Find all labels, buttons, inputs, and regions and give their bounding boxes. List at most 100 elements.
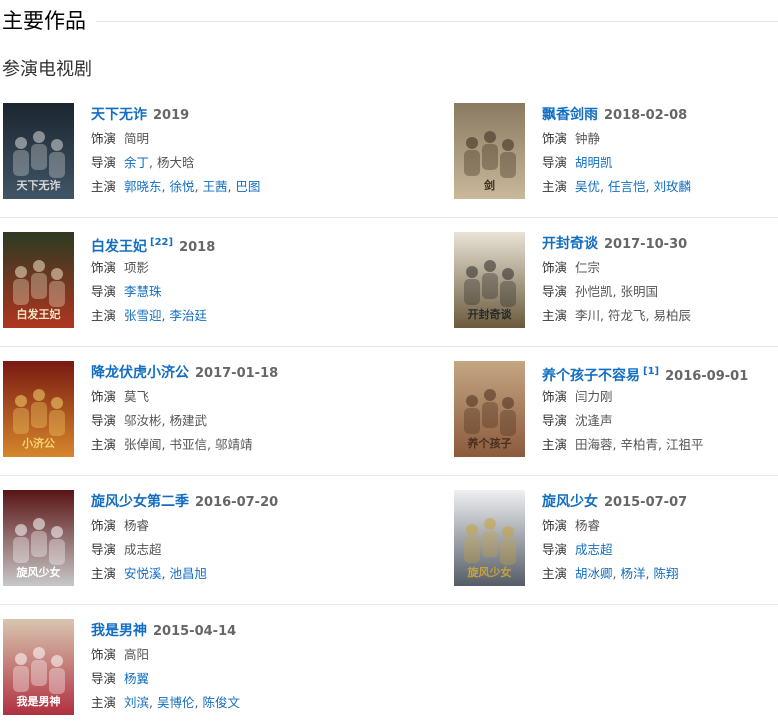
cast-name[interactable]: 徐悦 bbox=[169, 179, 194, 194]
poster-art: 养个孩子 bbox=[454, 361, 525, 457]
section-title: 主要作品 bbox=[2, 9, 86, 33]
work-poster[interactable]: 小济公 bbox=[3, 361, 74, 457]
cast-name[interactable]: 池昌旭 bbox=[169, 566, 207, 581]
work-poster[interactable]: 旋风少女 bbox=[3, 490, 74, 586]
works-row: 旋风少女 旋风少女第二季 2016-07-20 饰演 杨睿 导演 成志超 主演 安悦溪, 池昌旭… bbox=[0, 476, 778, 605]
section-header: 主要作品 bbox=[2, 6, 778, 34]
name-separator: , bbox=[600, 308, 608, 323]
cast-name[interactable]: 刘玫麟 bbox=[653, 179, 691, 194]
cast-name[interactable]: 郭晓东 bbox=[124, 179, 162, 194]
work-title-link[interactable]: 养个孩子不容易 bbox=[542, 368, 640, 384]
cast-name[interactable]: 安悦溪 bbox=[124, 566, 162, 581]
work-year: 2015-04-14 bbox=[153, 624, 237, 639]
work-year: 2017-10-30 bbox=[604, 237, 688, 252]
work-poster[interactable]: 养个孩子 bbox=[454, 361, 525, 457]
role-line: 饰演 莫飞 bbox=[91, 385, 391, 409]
work-card: 旋风少女 旋风少女 2015-07-07 饰演 杨睿 导演 成志超 主演 胡冰卿, 杨洋, 陈翔 bbox=[454, 490, 778, 586]
work-info: 我是男神 2015-04-14 饰演 高阳 导演 杨翼 主演 刘滨, 吴博伦, 陈俊文 bbox=[91, 619, 391, 715]
cast-line: 主演 张倬闻, 书亚信, 邬靖靖 bbox=[91, 433, 391, 457]
work-poster[interactable]: 白发王妃 bbox=[3, 232, 74, 328]
work-year: 2017-01-18 bbox=[195, 366, 279, 381]
role-line: 饰演 简明 bbox=[91, 127, 391, 151]
role-value: 简明 bbox=[124, 131, 150, 146]
cast-name[interactable]: 杨洋 bbox=[620, 566, 645, 581]
role-value: 莫飞 bbox=[124, 389, 150, 404]
work-poster[interactable]: 旋风少女 bbox=[454, 490, 525, 586]
work-poster[interactable]: 天下无诈 bbox=[3, 103, 74, 199]
role-line: 饰演 闫力刚 bbox=[542, 385, 778, 409]
cast-name: 易柏辰 bbox=[653, 308, 691, 323]
name-separator: , bbox=[207, 437, 215, 452]
work-title-line: 开封奇谈 2017-10-30 bbox=[542, 232, 778, 254]
role-label: 饰演 bbox=[91, 518, 117, 533]
director-name: 张明国 bbox=[620, 284, 658, 299]
poster-art: 白发王妃 bbox=[3, 232, 74, 328]
work-card: 白发王妃 白发王妃 [22] 2018 饰演 项影 导演 李慧珠 主演 张雪迎, 李治廷 bbox=[3, 232, 333, 328]
work-title-link[interactable]: 开封奇谈 bbox=[542, 236, 598, 252]
role-line: 饰演 项影 bbox=[91, 256, 391, 280]
work-card: 我是男神 我是男神 2015-04-14 饰演 高阳 导演 杨翼 主演 刘滨, 吴博伦, 陈俊文 bbox=[3, 619, 333, 715]
cast-name[interactable]: 刘滨 bbox=[124, 695, 149, 710]
work-title-link[interactable]: 我是男神 bbox=[91, 623, 147, 639]
cast-line: 主演 田海蓉, 辛柏青, 江祖平 bbox=[542, 433, 778, 457]
poster-art: 天下无诈 bbox=[3, 103, 74, 199]
director-label: 导演 bbox=[91, 413, 117, 428]
work-title-link[interactable]: 天下无诈 bbox=[91, 107, 147, 123]
work-card: 开封奇谈 开封奇谈 2017-10-30 饰演 仁宗 导演 孙恺凯, 张明国 主演 李川, 符龙… bbox=[454, 232, 778, 328]
reference-link[interactable]: [22] bbox=[150, 237, 173, 248]
cast-name[interactable]: 王茜 bbox=[202, 179, 227, 194]
role-line: 饰演 杨睿 bbox=[542, 514, 778, 538]
director-line: 导演 成志超 bbox=[542, 538, 778, 562]
work-title-link[interactable]: 白发王妃 bbox=[91, 239, 147, 255]
cast-label: 主演 bbox=[91, 437, 117, 452]
cast-line: 主演 郭晓东, 徐悦, 王茜, 巴图 bbox=[91, 175, 391, 199]
poster-caption: 剑 bbox=[483, 178, 495, 192]
work-title-link[interactable]: 飘香剑雨 bbox=[542, 107, 598, 123]
work-year: 2016-09-01 bbox=[665, 369, 749, 384]
director-label: 导演 bbox=[542, 413, 568, 428]
director-line: 导演 沈逢声 bbox=[542, 409, 778, 433]
cast-name[interactable]: 李治廷 bbox=[169, 308, 207, 323]
work-poster[interactable]: 开封奇谈 bbox=[454, 232, 525, 328]
poster-caption: 旋风少女 bbox=[16, 565, 61, 579]
poster-art: 剑 bbox=[454, 103, 525, 199]
reference-link[interactable]: [1] bbox=[643, 366, 659, 377]
director-name[interactable]: 成志超 bbox=[575, 542, 613, 557]
work-card: 天下无诈 天下无诈 2019 饰演 简明 导演 余丁, 杨大晗 主演 郭晓东, 徐悦, 王茜, … bbox=[3, 103, 333, 199]
director-name[interactable]: 李慧珠 bbox=[124, 284, 162, 299]
director-line: 导演 孙恺凯, 张明国 bbox=[542, 280, 778, 304]
work-year: 2015-07-07 bbox=[604, 495, 688, 510]
cast-line: 主演 张雪迎, 李治廷 bbox=[91, 304, 391, 328]
name-separator: , bbox=[149, 695, 157, 710]
work-info: 开封奇谈 2017-10-30 饰演 仁宗 导演 孙恺凯, 张明国 主演 李川, 符龙飞, 易… bbox=[542, 232, 778, 328]
cast-name: 符龙飞 bbox=[607, 308, 646, 323]
cast-label: 主演 bbox=[91, 308, 117, 323]
works-row: 我是男神 我是男神 2015-04-14 饰演 高阳 导演 杨翼 主演 刘滨, 吴博伦, 陈俊文 bbox=[0, 605, 778, 721]
cast-name[interactable]: 陈翔 bbox=[653, 566, 678, 581]
role-label: 饰演 bbox=[542, 518, 568, 533]
work-title-link[interactable]: 降龙伏虎小济公 bbox=[91, 365, 189, 381]
work-poster[interactable]: 剑 bbox=[454, 103, 525, 199]
work-title-link[interactable]: 旋风少女 bbox=[542, 494, 598, 510]
role-line: 饰演 高阳 bbox=[91, 643, 391, 667]
cast-name: 辛柏青 bbox=[620, 437, 658, 452]
role-label: 饰演 bbox=[542, 389, 568, 404]
cast-name[interactable]: 任言恺 bbox=[608, 179, 646, 194]
cast-name[interactable]: 陈俊文 bbox=[202, 695, 240, 710]
director-name[interactable]: 杨翼 bbox=[124, 671, 149, 686]
works-grid: 天下无诈 天下无诈 2019 饰演 简明 导演 余丁, 杨大晗 主演 郭晓东, 徐悦, 王茜, … bbox=[0, 89, 778, 721]
cast-name[interactable]: 巴图 bbox=[235, 179, 260, 194]
cast-name[interactable]: 胡冰卿 bbox=[575, 566, 613, 581]
cast-name[interactable]: 吴优 bbox=[575, 179, 600, 194]
director-line: 导演 李慧珠 bbox=[91, 280, 391, 304]
cast-name[interactable]: 吴博伦 bbox=[157, 695, 195, 710]
cast-label: 主演 bbox=[542, 179, 568, 194]
director-label: 导演 bbox=[542, 284, 568, 299]
cast-label: 主演 bbox=[542, 308, 568, 323]
cast-name[interactable]: 张雪迎 bbox=[124, 308, 162, 323]
director-name[interactable]: 胡明凯 bbox=[575, 155, 613, 170]
work-info: 旋风少女第二季 2016-07-20 饰演 杨睿 导演 成志超 主演 安悦溪, 池昌旭 bbox=[91, 490, 391, 586]
work-title-link[interactable]: 旋风少女第二季 bbox=[91, 494, 189, 510]
work-poster[interactable]: 我是男神 bbox=[3, 619, 74, 715]
director-name[interactable]: 余丁 bbox=[124, 155, 149, 170]
